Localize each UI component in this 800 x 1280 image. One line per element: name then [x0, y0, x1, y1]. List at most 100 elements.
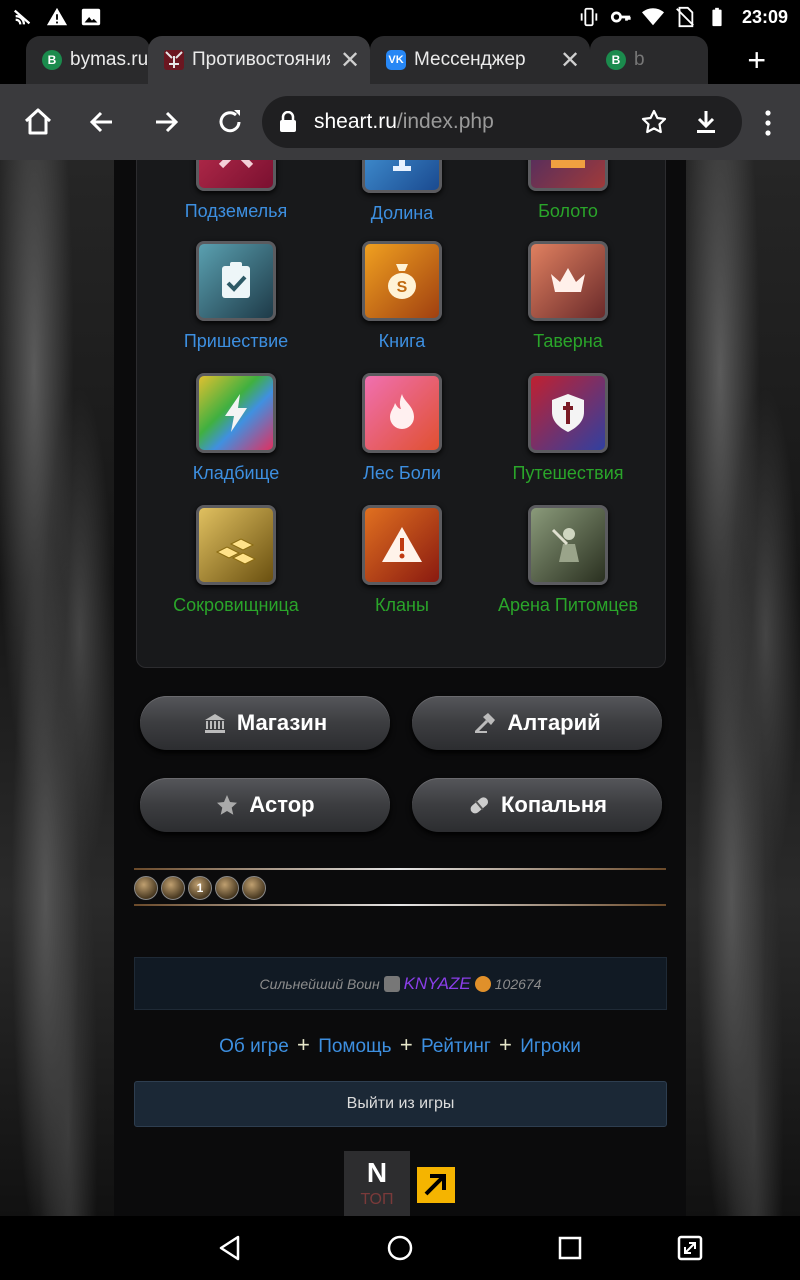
divider: [134, 868, 666, 870]
left-decor-artwork: [0, 160, 114, 1216]
tab-game[interactable]: Противостояния ✕: [148, 36, 370, 84]
clock: 23:09: [741, 6, 788, 27]
clipboard-check-icon: [196, 241, 276, 321]
location-label: Пришествие: [183, 331, 289, 351]
more-menu-icon[interactable]: [756, 110, 780, 136]
rotate-screen-icon[interactable]: [676, 1234, 704, 1262]
location-label: Долина: [370, 203, 434, 223]
location-label: Арена Питомцев: [497, 595, 639, 615]
favicon-b: B: [606, 50, 626, 70]
location-label: Подземелья: [184, 201, 288, 221]
location-book[interactable]: S Книга: [317, 241, 487, 361]
tab-messenger[interactable]: VK Мессенджер ✕: [370, 36, 590, 84]
player-avatar-icon[interactable]: [215, 876, 239, 900]
shop-label: Магазин: [236, 710, 328, 735]
external-arrow-icon[interactable]: [417, 1167, 455, 1203]
location-swamp[interactable]: Болото: [483, 160, 653, 231]
location-label: Болото: [538, 201, 598, 221]
help-link[interactable]: Помощь: [318, 1036, 391, 1057]
top-counter-banner[interactable]: N ТОП: [344, 1151, 410, 1216]
money-bag-icon: S: [362, 241, 442, 321]
tab-title: bymas.ru: [70, 49, 149, 70]
recents-square-icon[interactable]: [556, 1234, 584, 1262]
bookmark-star-icon[interactable]: [640, 108, 668, 136]
altar-button[interactable]: Алтарий: [412, 696, 662, 750]
location-label: Лес Боли: [363, 463, 441, 483]
location-dungeon[interactable]: Подземелья: [151, 160, 321, 231]
location-cemetery[interactable]: Кладбище: [151, 373, 321, 493]
location-pet-arena[interactable]: Арена Питомцев: [483, 505, 653, 625]
star-icon: [217, 795, 238, 815]
right-decor-artwork: [686, 160, 800, 1216]
back-triangle-icon[interactable]: [216, 1234, 244, 1262]
home-icon[interactable]: [22, 106, 54, 138]
players-link[interactable]: Игроки: [520, 1036, 581, 1057]
lightning-icon: [196, 373, 276, 453]
strongest-nick[interactable]: KNYAZE: [404, 974, 471, 994]
player-avatar-icon[interactable]: [134, 876, 158, 900]
strongest-label: Сильнейший Воин: [259, 975, 380, 992]
location-travels[interactable]: Путешествия: [483, 373, 653, 493]
about-link[interactable]: Об игре: [219, 1036, 289, 1057]
divider: [134, 904, 666, 906]
mine-label: Копальня: [500, 792, 607, 817]
player-count-badge[interactable]: 1: [188, 876, 212, 900]
counter-text: ТОП: [360, 1191, 394, 1208]
player-avatar-icon[interactable]: [242, 876, 266, 900]
shield-sword-icon: [528, 373, 608, 453]
bank-icon: [204, 714, 225, 733]
rating-link[interactable]: Рейтинг: [421, 1036, 491, 1057]
address-bar[interactable]: sheart.ru/index.php: [262, 96, 742, 148]
forward-arrow-icon[interactable]: [150, 106, 182, 138]
shop-button[interactable]: Магазин: [140, 696, 390, 750]
location-valley[interactable]: Долина: [317, 160, 487, 233]
crown-icon: [528, 241, 608, 321]
warning-icon: [46, 7, 68, 26]
mine-button[interactable]: Копальня: [412, 778, 662, 832]
gold-bars-icon: [196, 505, 276, 585]
location-forest-of-pain[interactable]: Лес Боли: [317, 373, 487, 493]
tab-bymas[interactable]: B bymas.ru: [26, 36, 150, 84]
locations-panel: Подземелья Долина Болото Пришествие S Кн…: [136, 160, 666, 668]
location-arrival[interactable]: Пришествие: [151, 241, 321, 361]
location-clans[interactable]: Кланы: [317, 505, 487, 625]
status-bar: 23:09: [0, 0, 800, 34]
new-tab-plus-icon[interactable]: +: [747, 42, 766, 79]
link-separator: +: [499, 1032, 512, 1057]
vibrate-icon: [580, 7, 598, 27]
warrior-icon: [528, 505, 608, 585]
reload-icon[interactable]: [214, 106, 246, 138]
no-sim-icon: [676, 6, 694, 28]
counter-letter: N: [366, 1157, 388, 1188]
castle-icon: [528, 160, 608, 191]
player-avatar-icon[interactable]: [161, 876, 185, 900]
close-tab-icon[interactable]: ✕: [550, 46, 590, 75]
swords-icon: [196, 160, 276, 191]
location-treasury[interactable]: Сокровищница: [151, 505, 321, 625]
footer-links: Об игре + Помощь + Рейтинг + Игроки: [114, 1032, 686, 1058]
tab-b[interactable]: B b: [590, 36, 708, 84]
pill-icon: [470, 797, 489, 814]
tab-title: Мессенджер: [414, 49, 526, 70]
hammer-icon: [475, 713, 496, 734]
logout-button[interactable]: Выйти из игры: [134, 1081, 667, 1127]
close-tab-icon[interactable]: ✕: [330, 46, 370, 75]
tab-strip: B bymas.ru Противостояния ✕ VK Мессендже…: [0, 34, 800, 84]
location-tavern[interactable]: Таверна: [483, 241, 653, 361]
back-arrow-icon[interactable]: [86, 106, 118, 138]
no-cast-icon: [13, 9, 31, 25]
system-nav-bar: [0, 1216, 800, 1280]
svg-text:S: S: [397, 279, 408, 296]
location-label: Книга: [378, 331, 426, 351]
key-icon: [610, 11, 631, 23]
url-text: sheart.ru/index.php: [314, 110, 494, 133]
image-icon: [81, 8, 101, 26]
astor-button[interactable]: Астор: [140, 778, 390, 832]
alert-icon: [362, 505, 442, 585]
game-favicon-icon: [164, 50, 184, 70]
favicon-b: B: [42, 50, 62, 70]
download-icon[interactable]: [692, 108, 720, 136]
warrior-rank-icon: [383, 975, 400, 992]
trophy-icon: [362, 160, 442, 193]
home-circle-icon[interactable]: [386, 1234, 414, 1262]
